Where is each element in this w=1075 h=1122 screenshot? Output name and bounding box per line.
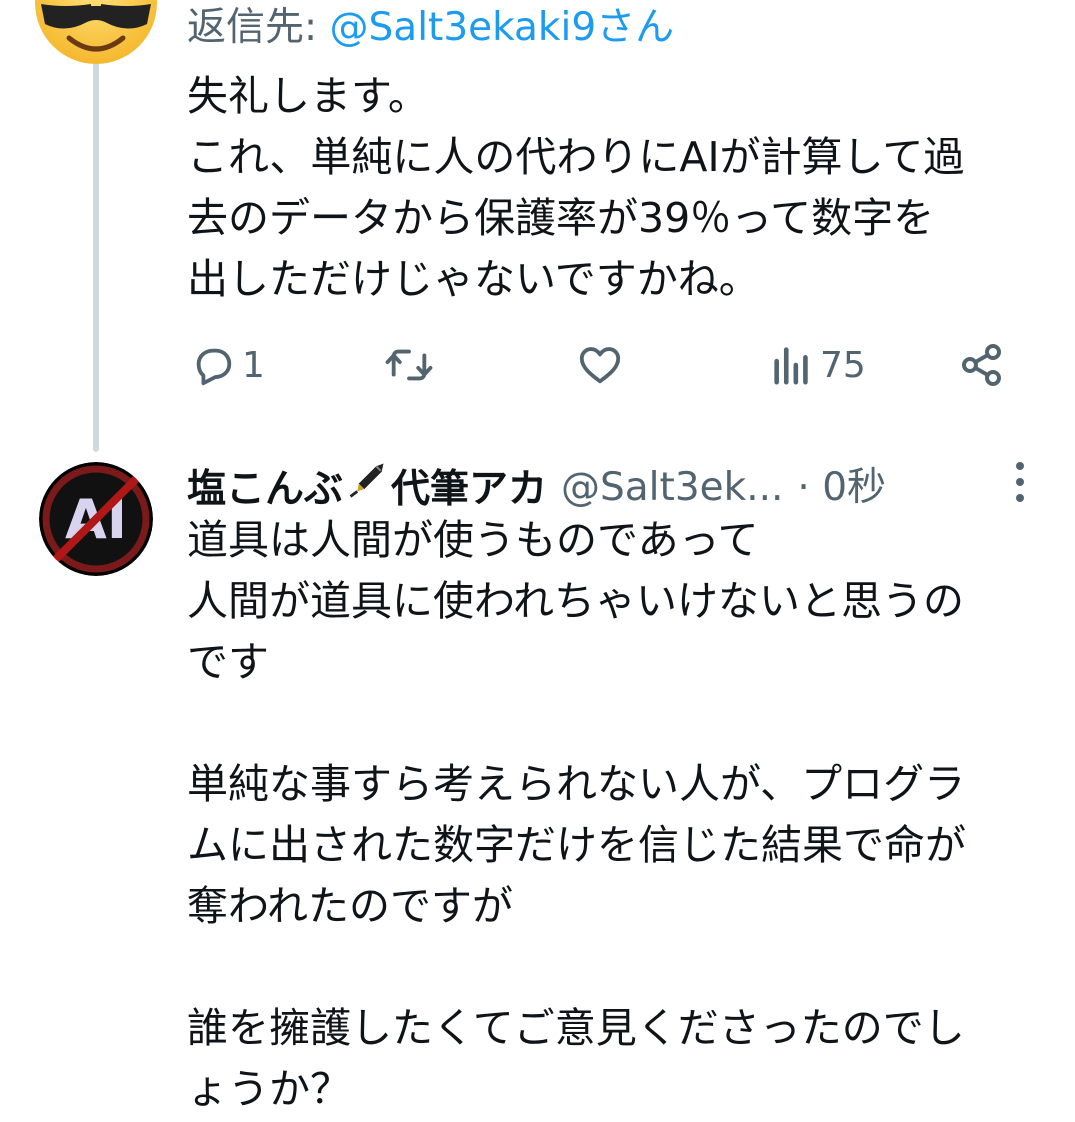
replying-to-handle-link[interactable]: @Salt3ekaki9さん [330,5,675,50]
tweet-text-line: 奪われたのですが [187,882,513,930]
timestamp[interactable]: · 0秒 [797,459,886,517]
heart-icon [579,347,621,384]
tweet-text-line: ょうか？ [187,1065,351,1113]
share-button[interactable] [958,330,1006,400]
reply-tweet-text: 失礼します。 これ、単純に人の代わりにAIが計算して過 去のデータから保護率が3… [187,66,964,310]
tweet-text-line: 人間が道具に使われちゃいけないと思うの [187,577,964,625]
user-handle[interactable]: @Salt3ek... [561,459,783,517]
reply-icon [196,348,232,386]
more-options-icon[interactable] [1010,460,1030,504]
views-chart-icon [774,347,808,385]
tweet-text-line: これ、単純に人の代わりにAIが計算して過 [187,133,965,181]
tweet-text-line: 道具は人間が使うものであって [187,516,759,564]
tweet-text-line: 出しただけじゃないですかね。 [187,255,760,303]
sunglasses-emoji-avatar-icon [35,0,157,64]
avatar[interactable]: AI [39,462,153,576]
main-tweet-text: 道具は人間が使うものであって 人間が道具に使われちゃいけないと思うの です 単純… [187,510,966,1120]
replying-to-line: 返信先: @Salt3ekaki9さん [187,2,674,54]
tweet-text-line: です [187,638,269,686]
like-button[interactable] [576,330,630,400]
reply-count: 1 [242,344,265,386]
tweet-text-line: 去のデータから保護率が39％って数字を [187,194,935,242]
share-icon [962,344,1001,386]
tweet-header: 塩こんぶ 代筆アカ @Salt3ek... · 0秒 [187,458,886,518]
tweet-action-bar: 1 75 [0,330,1075,400]
tweet-text-line: 単純な事すら考えられない人が、プログラ [187,760,966,808]
retweet-icon [385,349,433,381]
avatar[interactable] [35,0,157,64]
retweet-button[interactable] [384,330,440,400]
no-ai-avatar-icon: AI [39,462,153,576]
tweet-text-line: ムに出された数字だけを信じた結果で命が [187,821,966,869]
reply-button[interactable]: 1 [190,330,265,400]
views-button[interactable]: 75 [770,330,866,400]
tweet-text-line: 失礼します。 [187,72,429,120]
views-count: 75 [820,344,866,386]
tweet-text-line: 誰を擁護したくてご意見くださったのでし [187,1004,965,1052]
replying-to-prefix: 返信先: [187,5,330,50]
